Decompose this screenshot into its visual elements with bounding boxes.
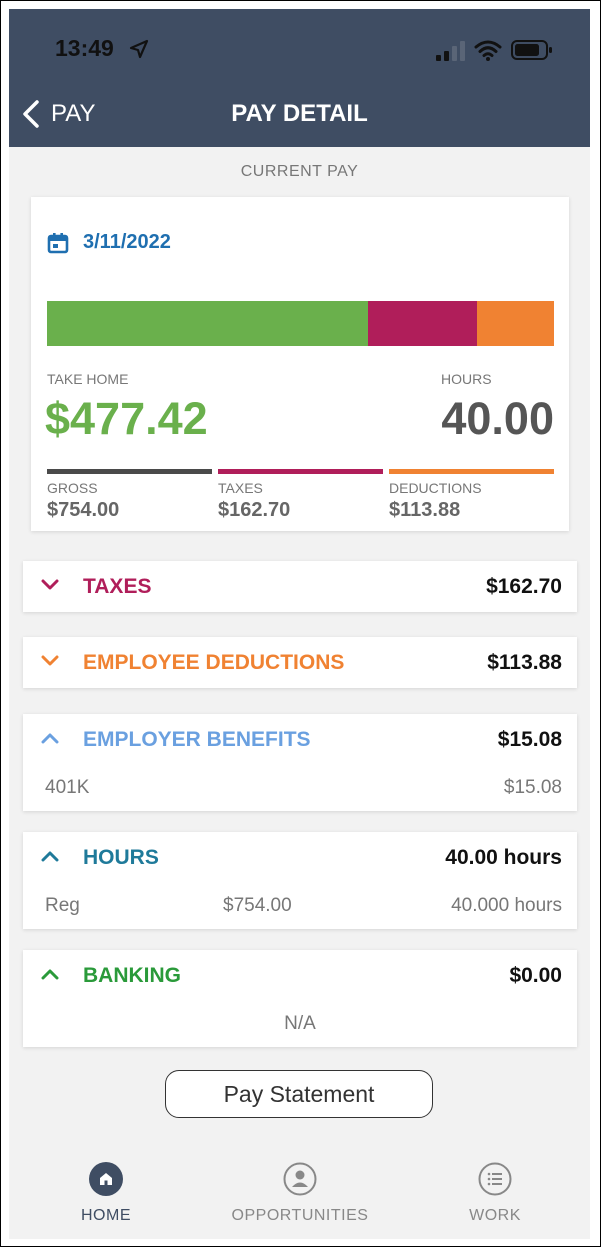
taxes-section[interactable]: TAXES $162.70 <box>23 561 577 612</box>
chevron-down-icon <box>41 579 59 590</box>
gross-line <box>47 469 212 474</box>
current-pay-label: CURRENT PAY <box>240 163 359 180</box>
nav-work-label: WORK <box>469 1207 521 1224</box>
banking-amount: $0.00 <box>509 964 562 987</box>
deductions-summary-value: $113.88 <box>389 499 461 521</box>
hours-row: Reg $754.00 40.000 hours <box>23 883 577 929</box>
person-icon <box>283 1162 317 1196</box>
wifi-icon <box>474 40 502 61</box>
chevron-up-icon <box>41 733 59 744</box>
pay-statement-button[interactable]: Pay Statement <box>165 1070 433 1118</box>
pay-breakdown-bar <box>47 301 554 346</box>
deductions-summary: DEDUCTIONS $113.88 <box>389 469 554 522</box>
nav-opportunities-label: OPPORTUNITIES <box>231 1207 369 1224</box>
list-icon <box>478 1162 512 1196</box>
employer-benefits-amount: $15.08 <box>497 728 562 751</box>
bottom-nav: HOME OPPORTUNITIES WORK <box>9 1149 590 1239</box>
nav-opportunities[interactable]: OPPORTUNITIES <box>220 1162 380 1225</box>
taxes-line <box>218 469 383 474</box>
banking-section[interactable]: BANKING $0.00 N/A <box>23 950 577 1047</box>
employer-benefits-header[interactable]: EMPLOYER BENEFITS $15.08 <box>23 714 577 765</box>
employer-benefits-section[interactable]: EMPLOYER BENEFITS $15.08 401K $15.08 <box>23 714 577 811</box>
bar-segment-deductions <box>477 301 554 346</box>
battery-icon <box>511 40 552 60</box>
taxes-summary-value: $162.70 <box>218 499 291 521</box>
gross-value: $754.00 <box>47 499 120 521</box>
page-title: PAY DETAIL <box>231 100 368 127</box>
banking-title: BANKING <box>83 964 181 987</box>
gross-summary: GROSS $754.00 <box>47 469 212 522</box>
taxes-amount: $162.70 <box>486 575 562 598</box>
hours-row-pay: $754.00 <box>223 895 292 916</box>
take-home-label: TAKE HOME <box>47 371 129 387</box>
deductions-line <box>389 469 554 474</box>
taxes-summary-label: TAXES <box>218 480 263 496</box>
bar-segment-taxes <box>368 301 478 346</box>
nav-home-label: HOME <box>81 1207 131 1224</box>
hours-amount: 40.00 hours <box>445 846 562 869</box>
bar-segment-take-home <box>47 301 369 346</box>
phone-screen: 13:49 PAY PAY DETAIL CURRENT PAY 3/11/20… <box>9 9 590 1239</box>
current-pay-card: 3/11/2022 TAKE HOME HOURS $477.42 40.00 … <box>31 197 569 531</box>
status-time: 13:49 <box>55 35 114 61</box>
home-icon <box>89 1162 123 1196</box>
taxes-summary: TAXES $162.70 <box>218 469 383 522</box>
chevron-down-icon <box>41 655 59 666</box>
banking-header[interactable]: BANKING $0.00 <box>23 950 577 1001</box>
taxes-header[interactable]: TAXES $162.70 <box>23 561 577 612</box>
take-home-value: $477.42 <box>45 393 208 444</box>
location-arrow-icon <box>129 39 149 59</box>
hours-title: HOURS <box>83 846 159 869</box>
benefit-name: 401K <box>45 777 90 798</box>
benefit-amount: $15.08 <box>503 777 562 798</box>
hours-row-name: Reg <box>45 895 80 916</box>
hours-label: HOURS <box>441 371 492 387</box>
hours-header[interactable]: HOURS 40.00 hours <box>23 832 577 883</box>
pay-date[interactable]: 3/11/2022 <box>83 231 171 254</box>
hours-value: 40.00 <box>441 393 554 444</box>
banking-na: N/A <box>284 1013 316 1034</box>
calendar-icon <box>47 233 69 254</box>
employer-benefits-title: EMPLOYER BENEFITS <box>83 728 311 751</box>
nav-home[interactable]: HOME <box>26 1162 186 1225</box>
gross-label: GROSS <box>47 480 98 496</box>
nav-work[interactable]: WORK <box>415 1162 575 1225</box>
banking-row: N/A <box>23 1001 577 1047</box>
app-header: 13:49 PAY PAY DETAIL <box>9 9 590 147</box>
chevron-up-icon <box>41 969 59 980</box>
employee-deductions-title: EMPLOYEE DEDUCTIONS <box>83 651 345 674</box>
chevron-up-icon <box>41 851 59 862</box>
employee-deductions-section[interactable]: EMPLOYEE DEDUCTIONS $113.88 <box>23 637 577 688</box>
screen-frame: 13:49 PAY PAY DETAIL CURRENT PAY 3/11/20… <box>0 0 601 1247</box>
cellular-signal-icon <box>436 41 465 61</box>
employee-deductions-header[interactable]: EMPLOYEE DEDUCTIONS $113.88 <box>23 637 577 688</box>
benefit-row: 401K $15.08 <box>23 765 577 811</box>
hours-section[interactable]: HOURS 40.00 hours Reg $754.00 40.000 hou… <box>23 832 577 929</box>
employee-deductions-amount: $113.88 <box>487 651 562 674</box>
deductions-summary-label: DEDUCTIONS <box>389 480 482 496</box>
hours-row-hours: 40.000 hours <box>451 895 562 916</box>
taxes-title: TAXES <box>83 575 152 598</box>
